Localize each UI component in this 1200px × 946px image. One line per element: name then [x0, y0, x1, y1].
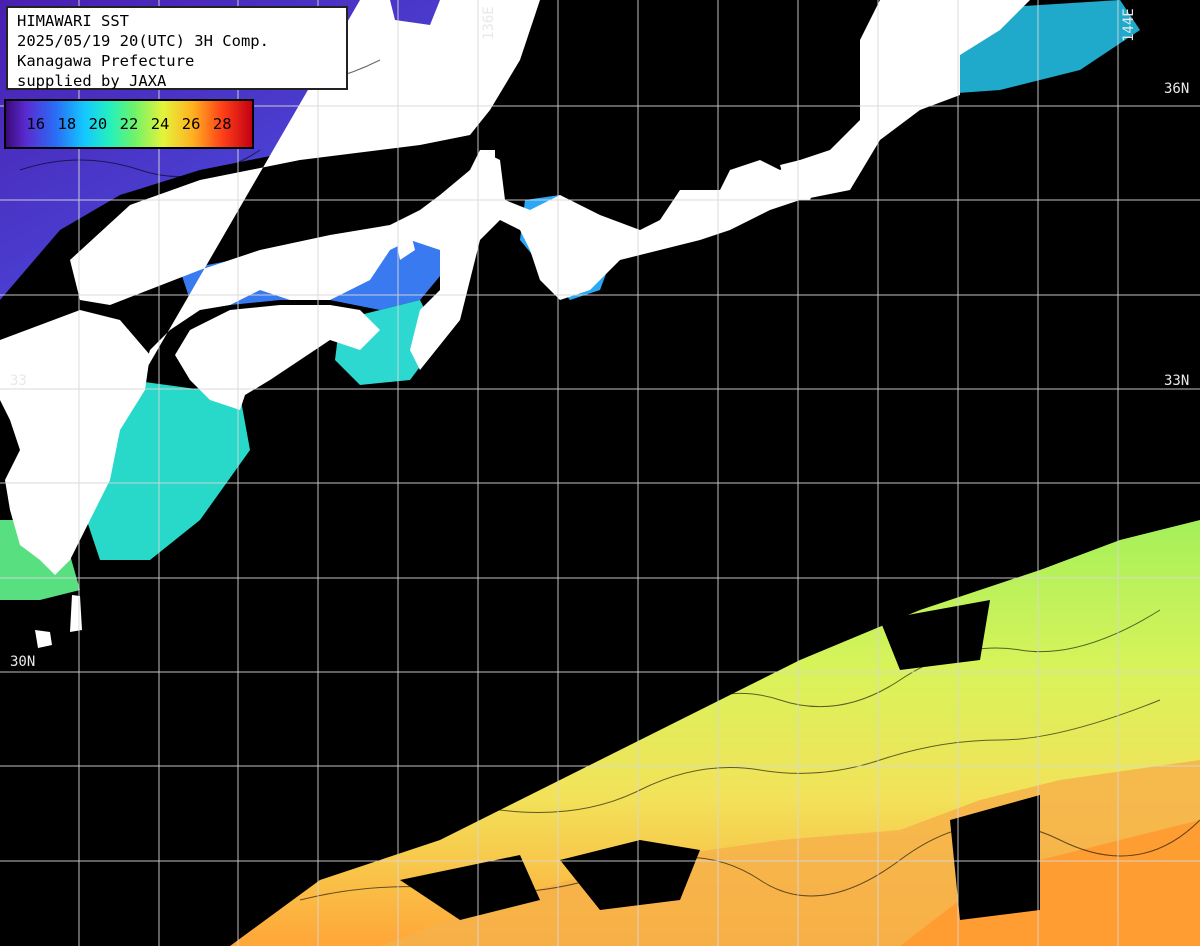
sst-map: HIMAWARI SST 2025/05/19 20(UTC) 3H Comp.…: [0, 0, 1200, 946]
sst-color-legend: 16 18 20 22 24 26 28: [4, 99, 254, 149]
legend-tick: 26: [181, 115, 201, 133]
info-box: HIMAWARI SST 2025/05/19 20(UTC) 3H Comp.…: [6, 6, 348, 90]
provider-region: Kanagawa Prefecture: [17, 52, 195, 70]
lat-label-33-left: 33: [10, 373, 27, 389]
legend-tick: 18: [57, 115, 77, 133]
lon-label-136e: 136E: [481, 6, 497, 40]
lat-label-30n: 30N: [10, 654, 36, 670]
data-credit: supplied by JAXA: [17, 72, 167, 90]
lat-label-36n: 36N: [1164, 81, 1190, 97]
legend-tick: 22: [119, 115, 139, 133]
lat-label-33n: 33N: [1164, 373, 1190, 389]
lon-label-144e: 144E: [1121, 8, 1137, 42]
legend-tick: 16: [26, 115, 46, 133]
legend-tick: 20: [88, 115, 108, 133]
tanegashima-land: [35, 630, 52, 648]
product-title: HIMAWARI SST: [17, 12, 129, 30]
legend-tick: 24: [150, 115, 170, 133]
yakushima-land: [70, 595, 82, 632]
legend-tick: 28: [212, 115, 232, 133]
cloud-gap-3: [880, 600, 990, 670]
observation-time: 2025/05/19 20(UTC) 3H Comp.: [17, 32, 269, 50]
sado-land: [480, 150, 495, 190]
